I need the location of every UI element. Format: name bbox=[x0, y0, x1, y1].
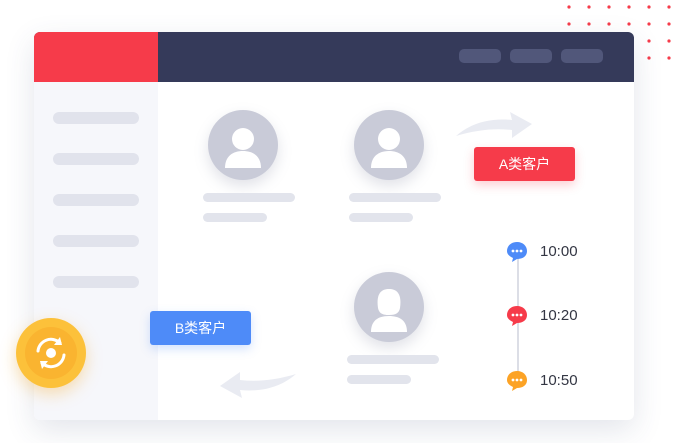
customer-tag-a[interactable]: A类客户 bbox=[474, 147, 575, 181]
text-line-placeholder bbox=[347, 375, 411, 384]
titlebar-button-1[interactable] bbox=[459, 49, 501, 63]
male-user-icon bbox=[354, 110, 424, 180]
app-window bbox=[34, 32, 634, 420]
text-line-placeholder bbox=[349, 193, 441, 202]
titlebar-button-3[interactable] bbox=[561, 49, 603, 63]
title-bar bbox=[34, 32, 634, 82]
text-line-placeholder bbox=[203, 193, 295, 202]
timeline-time: 10:20 bbox=[540, 307, 578, 324]
text-line-placeholder bbox=[347, 355, 439, 364]
curved-arrow-right-icon bbox=[456, 112, 532, 138]
sidebar-item-placeholder[interactable] bbox=[53, 194, 139, 206]
sync-badge[interactable] bbox=[16, 318, 86, 388]
curved-arrow-left-icon bbox=[220, 372, 296, 398]
sync-icon bbox=[25, 327, 77, 379]
brand-block bbox=[34, 32, 158, 82]
text-line-placeholder bbox=[349, 213, 413, 222]
sidebar-item-placeholder[interactable] bbox=[53, 112, 139, 124]
sidebar-item-placeholder[interactable] bbox=[53, 153, 139, 165]
chat-bubble-icon bbox=[507, 371, 527, 391]
chat-bubble-icon bbox=[507, 242, 527, 262]
customer-tag-b[interactable]: B类客户 bbox=[150, 311, 251, 345]
text-line-placeholder bbox=[203, 213, 267, 222]
sidebar-item-placeholder[interactable] bbox=[53, 276, 139, 288]
sidebar-item-placeholder[interactable] bbox=[53, 235, 139, 247]
female-user-icon bbox=[354, 272, 424, 342]
timeline-time: 10:50 bbox=[540, 372, 578, 389]
chat-bubble-icon bbox=[507, 306, 527, 326]
male-user-icon bbox=[208, 110, 278, 180]
titlebar-button-2[interactable] bbox=[510, 49, 552, 63]
timeline-time: 10:00 bbox=[540, 243, 578, 260]
